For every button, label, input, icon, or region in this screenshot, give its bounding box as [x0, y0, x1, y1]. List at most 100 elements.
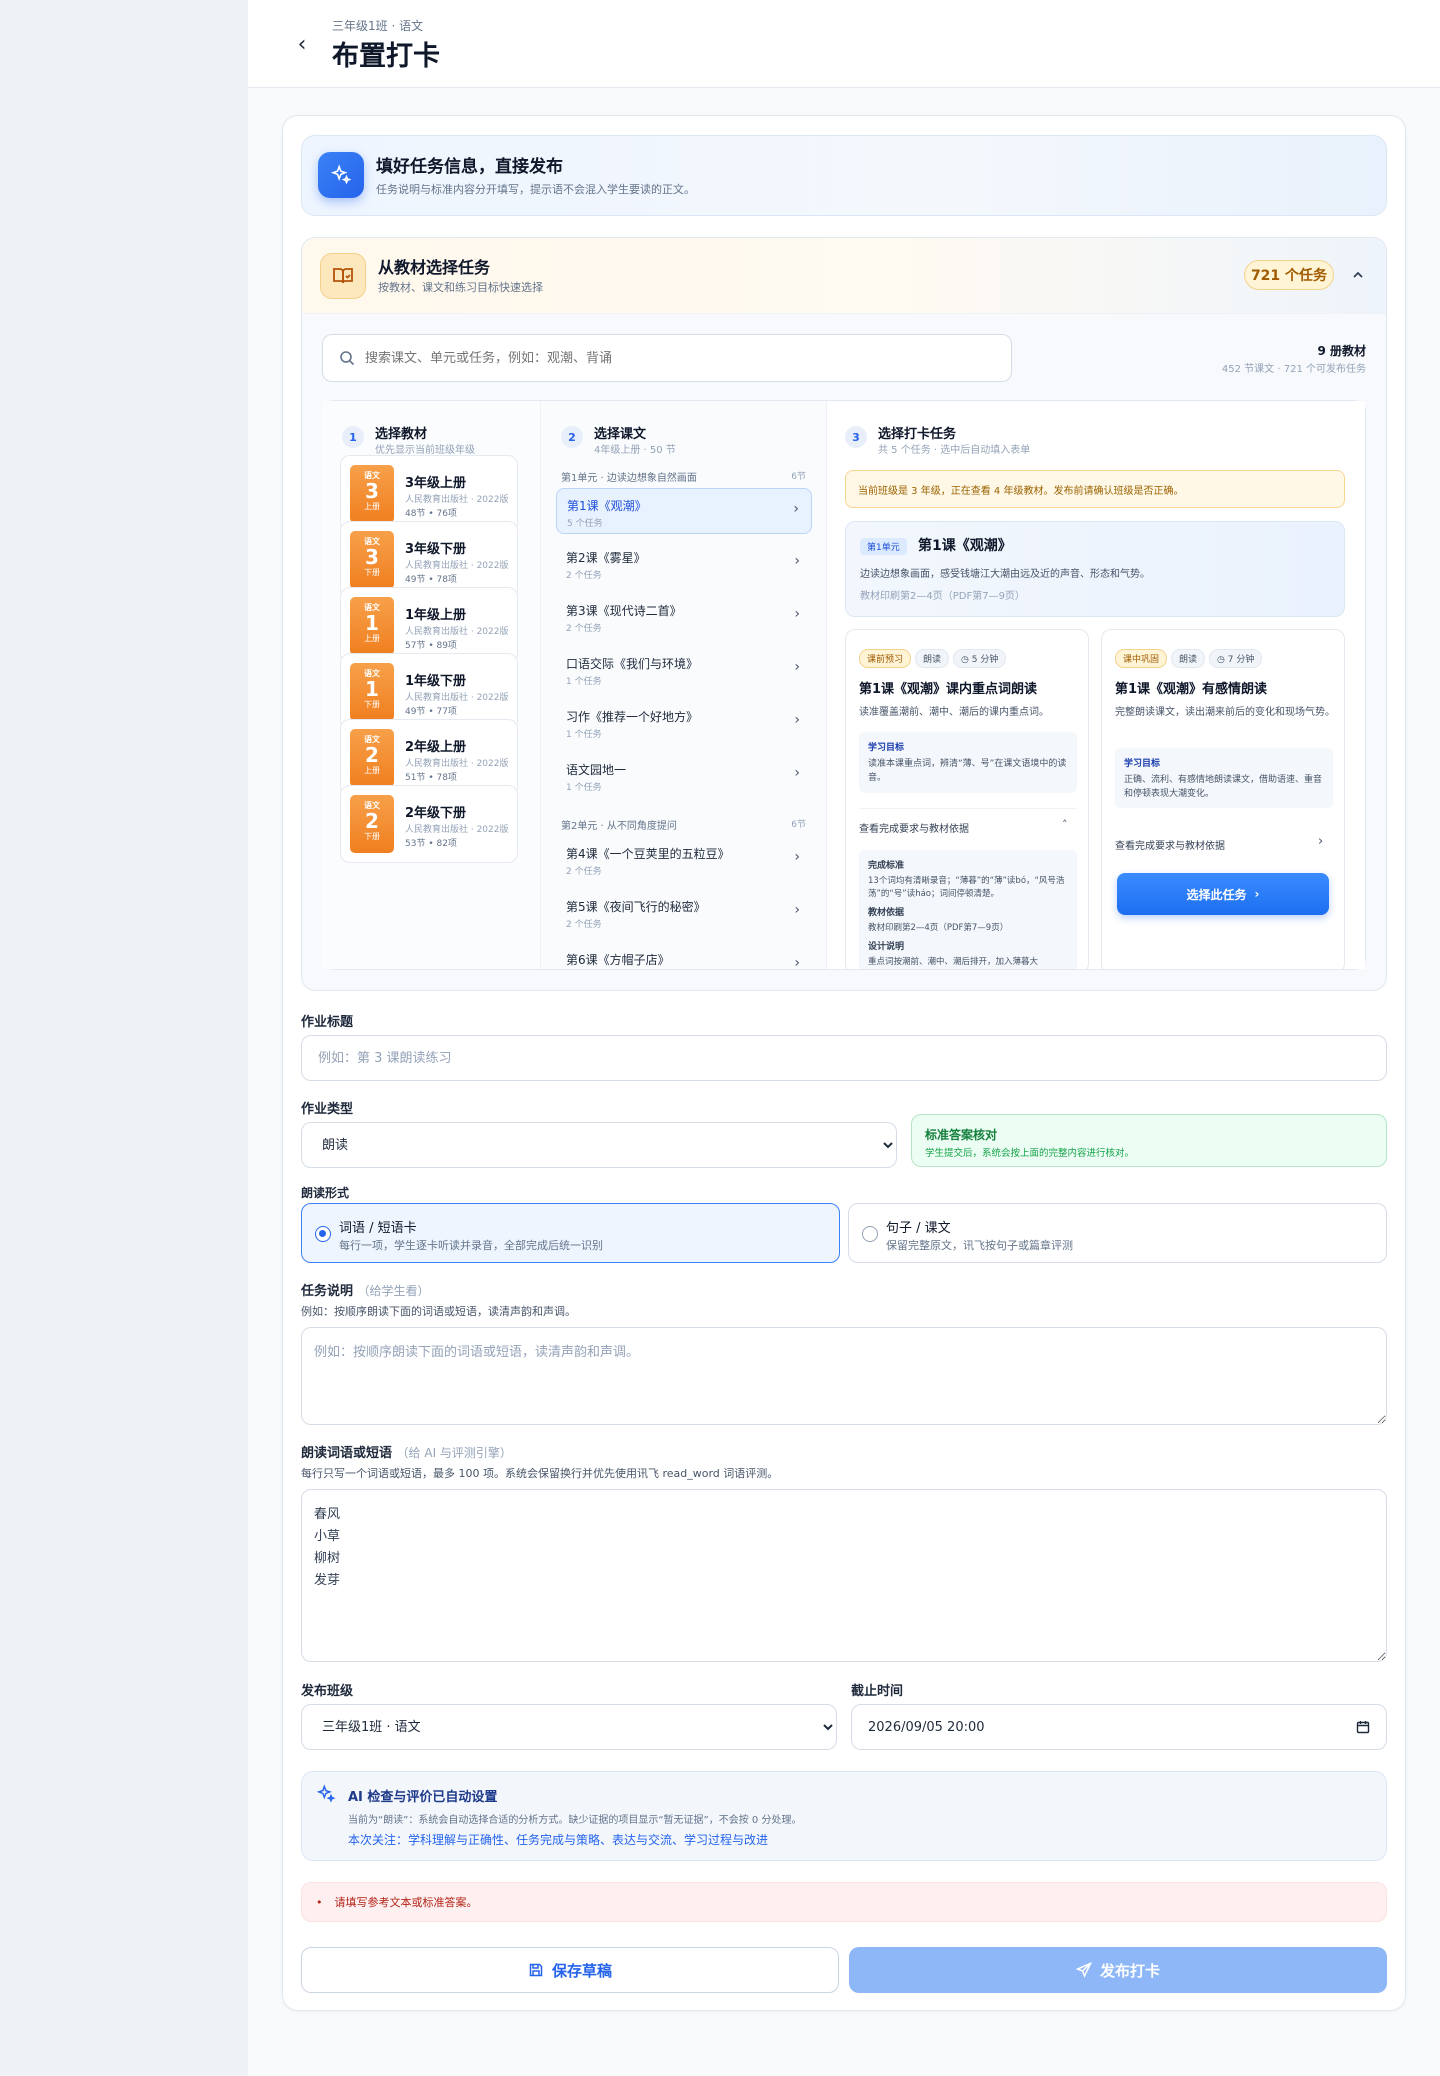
lesson-item[interactable]: 第1课《观潮》 5 个任务 › [556, 488, 812, 534]
sparkle-icon [316, 1784, 336, 1803]
lesson-title: 习作《推荐一个好地方》 [566, 710, 699, 724]
task-description: 完整朗读课文，读出潮来前后的变化和现场气势。 [1115, 707, 1335, 718]
title-input[interactable] [301, 1035, 1387, 1081]
lesson-item[interactable]: 语文园地一 1 个任务 › [556, 753, 812, 799]
picker-stats: 452 节课文 · 721 个可发布任务 [1221, 364, 1366, 375]
textbook-column: 1 选择教材 优先显示当前班级年级 语文 3 上册 3年级上册 人民教育出版社 · 20… [322, 401, 541, 969]
description-textarea[interactable] [301, 1327, 1387, 1425]
task-card[interactable]: 课中巩固 朗读 ◷ 7 分钟 第1课《观潮》有感情朗读 完整朗读课文，读出潮来前后的… [1101, 629, 1345, 969]
deadline-input[interactable]: 2026/09/05 20:00 [851, 1704, 1387, 1750]
radio-button[interactable] [862, 1226, 878, 1242]
textbook-cover: 语文 3 下册 [350, 531, 394, 589]
back-button[interactable]: ‹ [290, 32, 314, 57]
lesson-item[interactable]: 第6课《方帽子店》2 个任务› [556, 943, 812, 969]
chevron-right-icon: › [793, 501, 799, 517]
textbook-counts: 49节 • 78项 [405, 575, 457, 585]
lesson-item[interactable]: 习作《推荐一个好地方》 1 个任务 › [556, 700, 812, 746]
picker-subtitle: 按教材、课文和练习目标快速选择 [378, 281, 543, 294]
type-label: 作业类型 [301, 1102, 354, 1117]
textbook-count: 9 册教材 [1317, 344, 1366, 358]
mode-subtitle: 保留完整原文，讯飞按句子或篇章评测 [886, 1239, 1073, 1252]
deadline-value: 2026/09/05 20:00 [868, 1719, 985, 1735]
search-box [322, 334, 1012, 382]
requirements-link[interactable]: 查看完成要求与教材依据 [1115, 837, 1225, 852]
duration-chip: ◷ 5 分钟 [953, 649, 1007, 668]
textbook-title: 1年级上册 [405, 608, 467, 623]
cover-term: 下册 [364, 568, 380, 577]
textbook-publisher: 人民教育出版社 · 2022版 [405, 825, 509, 835]
save-icon [529, 1963, 543, 1977]
textbook-title: 2年级上册 [405, 740, 467, 755]
divider [859, 808, 1077, 809]
search-icon [340, 351, 355, 366]
lesson-pages: 教材印刷第2—4页（PDF第7—9页） [860, 591, 1025, 602]
requirements-link[interactable]: 查看完成要求与教材依据 [859, 820, 969, 835]
cover-grade: 2 [365, 809, 379, 833]
duration-label: 5 分钟 [971, 655, 999, 665]
words-label-text: 朗读词语或短语 [301, 1446, 393, 1461]
search-input[interactable] [365, 350, 985, 366]
publish-button[interactable]: 发布打卡 [849, 1947, 1387, 1993]
choose-task-button[interactable]: 选择此任务 › [1117, 873, 1329, 915]
lesson-summary: 第1单元 第1课《观潮》 边读边想象画面，感受钱塘江大潮由远及近的声音、形态和气… [845, 521, 1345, 617]
clock-icon: ◷ [1217, 655, 1228, 665]
task-card[interactable]: 课前预习 朗读 ◷ 5 分钟 第1课《观潮》课内重点词朗读 读准覆盖潮前、潮中、潮后… [845, 629, 1089, 969]
textbook-cover: 语文 1 上册 [350, 597, 394, 655]
mode-title: 词语 / 短语卡 [339, 1221, 417, 1236]
task-title: 第1课《观潮》课内重点词朗读 [859, 682, 1038, 697]
task-tags: 课中巩固 朗读 ◷ 7 分钟 [1115, 647, 1266, 668]
cover-grade: 1 [365, 677, 379, 701]
lesson-item[interactable]: 口语交际《我们与环境》 1 个任务 › [556, 647, 812, 693]
textbook-item[interactable]: 语文 2 下册 2年级下册 人民教育出版社 · 2022版 53节 • 82项 [340, 785, 518, 863]
class-select[interactable]: 三年级1班 · 语文 [301, 1704, 837, 1750]
chevron-right-icon: › [794, 849, 800, 865]
step-number: 3 [845, 426, 867, 448]
clock-icon: ◷ [961, 655, 972, 665]
goal-label: 学习目标 [1124, 759, 1161, 769]
unit-count: 6节 [791, 472, 806, 482]
learning-goal: 学习目标 正确、流利、有感情地朗读课文，借助语速、重音和停顿表现大潮变化。 [1115, 748, 1333, 808]
words-textarea[interactable]: 春风 小草 柳树 发芽 [301, 1489, 1387, 1662]
chevron-right-icon: › [794, 553, 800, 569]
left-sidebar [0, 0, 248, 2076]
radio-button[interactable] [315, 1226, 331, 1242]
goal-label: 学习目标 [868, 743, 905, 753]
stage-chip: 课前预习 [859, 649, 912, 668]
textbook-publisher: 人民教育出版社 · 2022版 [405, 759, 509, 769]
sparkle-icon [318, 152, 364, 198]
lesson-item[interactable]: 第4课《一个豆荚里的五粒豆》 2 个任务 › [556, 837, 812, 883]
unit-count: 6节 [791, 820, 806, 830]
lesson-item[interactable]: 第2课《雾星》 2 个任务 › [556, 541, 812, 587]
chevron-right-icon: › [794, 902, 800, 918]
chevron-right-icon: › [794, 712, 800, 728]
page-title: 布置打卡 [332, 41, 440, 72]
description-label: 任务说明 （给学生看） [301, 1280, 430, 1299]
stage-chip: 课中巩固 [1115, 649, 1168, 668]
calendar-icon[interactable] [1356, 1720, 1370, 1734]
lesson-item[interactable]: 第3课《现代诗二首》 2 个任务 › [556, 594, 812, 640]
lesson-title: 第1课《观潮》 [918, 538, 1012, 554]
lesson-task-count: 2 个任务 [566, 920, 602, 930]
textbook-counts: 48节 • 76项 [405, 509, 457, 519]
description-note: （给学生看） [357, 1284, 430, 1298]
lesson-title: 口语交际《我们与环境》 [566, 657, 699, 671]
description-hint: 例如：按顺序朗读下面的词语或短语，读清声韵和声调。 [301, 1305, 576, 1318]
intro-subtitle: 任务说明与标准内容分开填写，提示语不会混入学生要读的正文。 [376, 183, 695, 196]
task-description: 读准覆盖潮前、潮中、潮后的课内重点词。 [859, 707, 1049, 718]
textbook-title: 3年级下册 [405, 542, 467, 557]
chevron-right-icon: › [794, 606, 800, 622]
design-text: 重点词按潮前、潮中、潮后排开，加入薄暮大 [868, 957, 1039, 967]
mode-option-words[interactable]: 词语 / 短语卡 每行一项，学生逐卡听读并录音，全部完成后统一识别 [301, 1203, 840, 1263]
cover-grade: 3 [365, 479, 379, 503]
cover-grade: 1 [365, 611, 379, 635]
save-draft-button[interactable]: 保存草稿 [301, 1947, 839, 1993]
lesson-item[interactable]: 第5课《夜间飞行的秘密》 2 个任务 › [556, 890, 812, 936]
type-select[interactable]: 朗读 [301, 1122, 897, 1168]
class-label: 发布班级 [301, 1684, 354, 1699]
error-text: 请填写参考文本或标准答案。 [334, 1896, 478, 1909]
mode-option-sentences[interactable]: 句子 / 课文 保留完整原文，讯飞按句子或篇章评测 [848, 1203, 1387, 1263]
textbook-title: 3年级上册 [405, 476, 467, 491]
collapse-button[interactable] [1346, 263, 1370, 287]
chevron-right-icon: › [794, 659, 800, 675]
textbook-publisher: 人民教育出版社 · 2022版 [405, 561, 509, 571]
